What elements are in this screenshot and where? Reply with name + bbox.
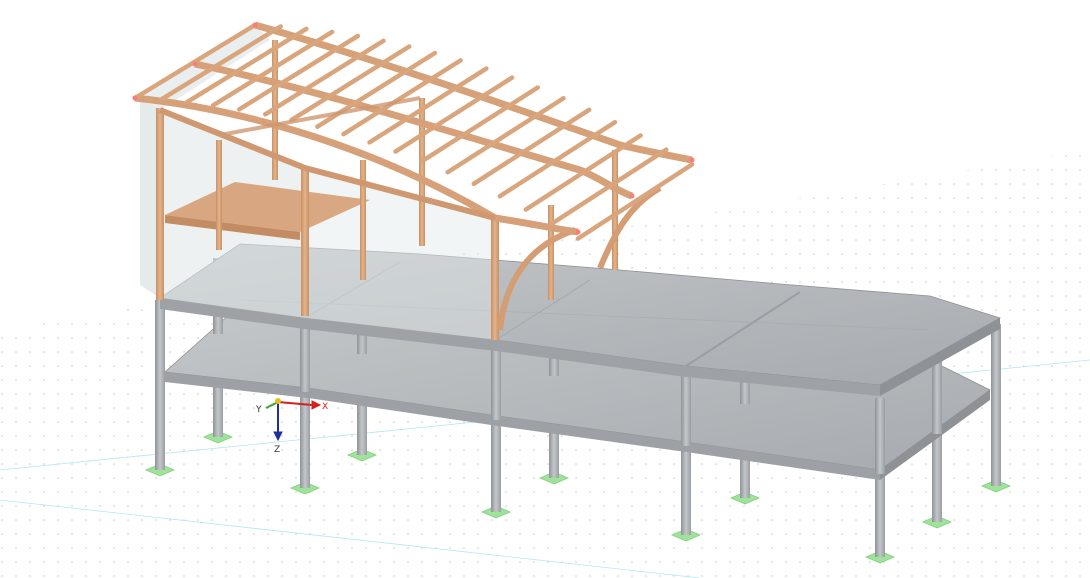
timber-purlin[interactable] <box>549 147 669 226</box>
concrete-column[interactable] <box>300 393 310 488</box>
concrete-column[interactable] <box>681 440 691 535</box>
z-axis-label: Z <box>274 445 280 455</box>
concrete-column[interactable] <box>155 300 165 376</box>
concrete-column[interactable] <box>491 417 501 512</box>
concrete-column[interactable] <box>681 370 691 446</box>
timber-purlin[interactable] <box>523 133 643 212</box>
concrete-column[interactable] <box>932 358 942 434</box>
concrete-column[interactable] <box>991 391 1001 486</box>
x-axis-label: X <box>322 402 328 412</box>
concrete-column[interactable] <box>875 398 885 474</box>
concrete-column[interactable] <box>491 344 501 420</box>
y-axis-label: Y <box>255 405 262 415</box>
timber-purlin[interactable] <box>497 119 618 199</box>
concrete-column[interactable] <box>932 427 942 522</box>
concrete-column[interactable] <box>155 375 165 470</box>
timber-purlin[interactable] <box>158 24 283 102</box>
model-viewport[interactable]: X Y Z <box>0 0 1090 578</box>
concrete-column[interactable] <box>991 324 1001 400</box>
structure-model[interactable]: X Y Z <box>0 0 1090 578</box>
